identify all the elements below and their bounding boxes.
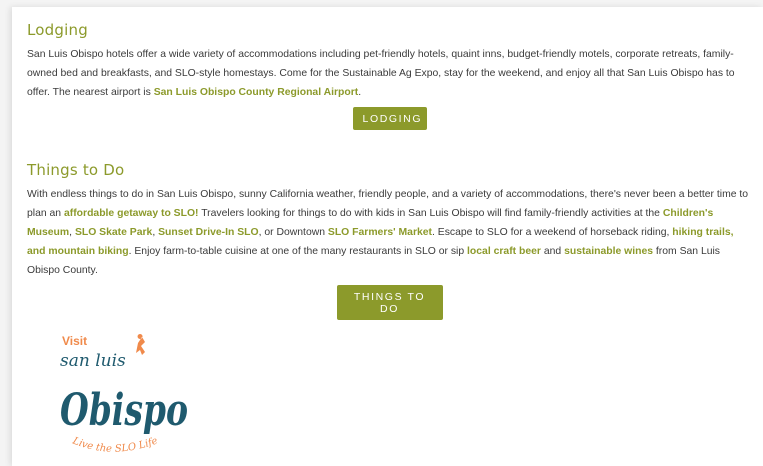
wines-link[interactable]: sustainable wines [564,246,653,257]
things-text: , or Downtown [258,227,328,238]
things-to-do-button[interactable]: THINGS TO DO [336,285,443,320]
logo-tagline-path: Live the SLO Life [70,435,159,454]
things-text: Travelers looking for things to do with … [198,208,663,219]
lodging-heading: Lodging [27,21,88,39]
content-card: Lodging San Luis Obispo hotels offer a w… [12,7,763,466]
airport-link[interactable]: San Luis Obispo County Regional Airport [154,87,359,98]
logo-visit-text: Visit [62,334,87,348]
logo-hiker-icon [136,334,145,355]
logo-san-luis-text: san luis [60,351,126,371]
things-text: . Escape to SLO for a weekend of horseba… [432,227,673,238]
lodging-section: Lodging San Luis Obispo hotels offer a w… [27,21,752,130]
things-heading: Things to Do [27,161,125,179]
things-paragraph: With endless things to do in San Luis Ob… [27,185,752,280]
things-text: and [540,246,565,257]
lodging-button[interactable]: LODGING [352,107,427,130]
farmers-market-link[interactable]: SLO Farmers' Market [328,227,432,238]
things-text: . Enjoy farm-to-table cuisine at one of … [128,246,468,257]
craft-beer-link[interactable]: local craft beer [467,246,541,257]
drive-in-link[interactable]: Sunset Drive-In SLO [158,227,258,238]
lodging-text-end: . [358,87,362,98]
getaway-link[interactable]: affordable getaway to SLO! [64,208,199,219]
logo-obispo-text: Obispo [60,385,188,436]
lodging-text: San Luis Obispo hotels offer a wide vari… [27,49,735,98]
lodging-paragraph: San Luis Obispo hotels offer a wide vari… [27,45,752,102]
skate-park-link[interactable]: SLO Skate Park [75,227,152,238]
logo-tagline: Live the SLO Life [70,435,159,454]
things-to-do-section: Things to Do With endless things to do i… [27,161,752,320]
visit-slo-logo[interactable]: Visit san luis Obispo Live the SLO Life [60,325,190,465]
